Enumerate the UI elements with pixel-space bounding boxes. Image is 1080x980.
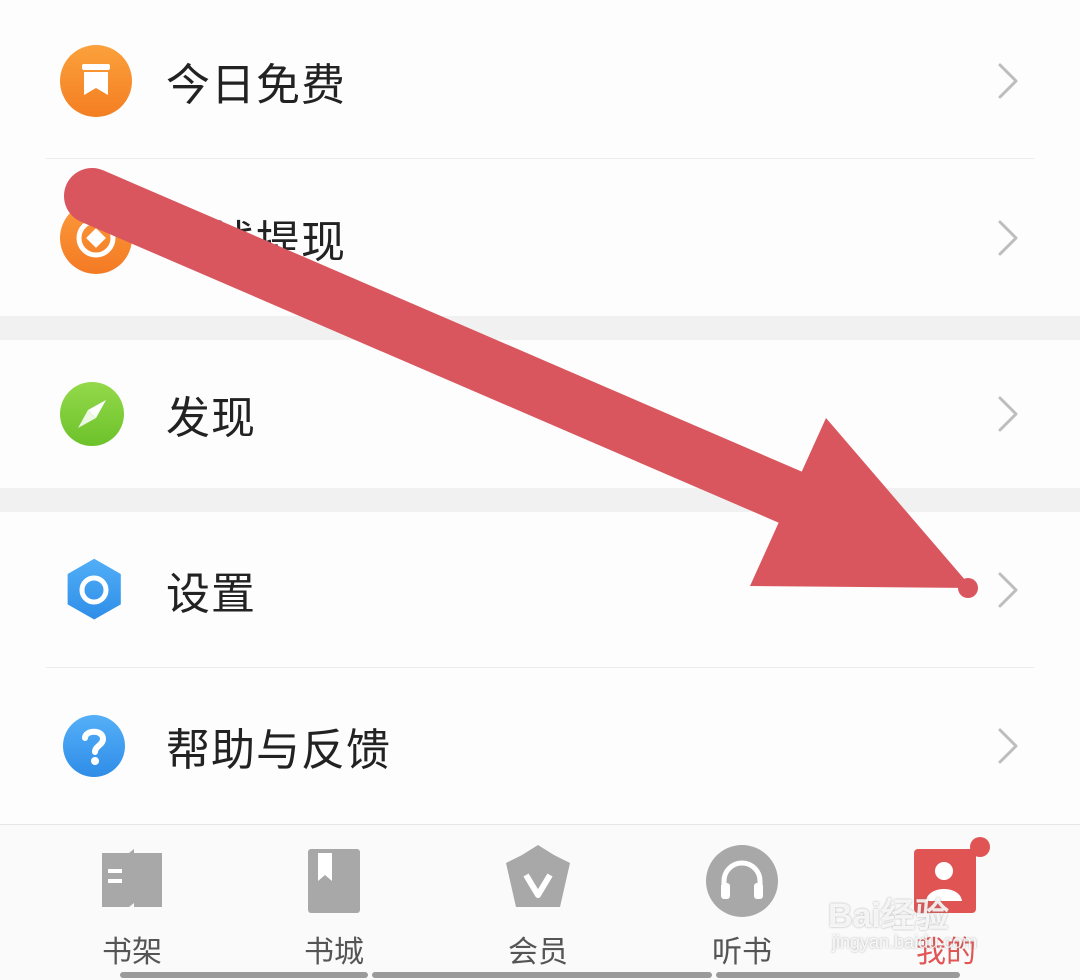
book-open-icon [96,845,168,917]
menu-item-label: 设置 [166,569,256,620]
menu-item-label: 帮助与反馈 [166,725,391,776]
book-bookmark-icon [298,845,370,917]
section-gap [0,488,1080,512]
menu-item-label: 发现 [166,393,256,444]
coin-icon [60,202,132,274]
tab-label: 我的 [916,935,976,970]
crown-icon [502,845,574,917]
headphones-icon [706,845,778,917]
chevron-right-icon [996,61,1020,101]
tab-label: 书架 [102,935,162,970]
chevron-right-icon [996,570,1020,610]
menu-item-settings[interactable]: 设置 [0,512,1080,668]
tab-mine[interactable]: 我的 [838,825,1054,980]
menu-item-discover[interactable]: 发现 [0,340,1080,488]
chevron-right-icon [996,726,1020,766]
bottom-tab-bar: 书架 书城 会员 听书 我的 [0,824,1080,980]
bookmark-icon [60,45,132,117]
home-indicator [372,972,712,978]
tab-label: 会员 [508,935,568,970]
menu-item-today-free[interactable]: 今日免费 [0,3,1080,159]
menu-item-help[interactable]: 帮助与反馈 [0,668,1080,824]
tab-bookshelf[interactable]: 书架 [24,825,240,980]
menu-item-label: 零钱提现 [166,217,346,268]
tab-audiobook[interactable]: 听书 [634,825,850,980]
home-indicator [120,972,368,978]
section-gap [0,316,1080,340]
question-icon [60,710,132,782]
notification-dot [970,837,990,857]
compass-icon [60,378,132,450]
home-indicator [716,972,960,978]
screen: 今日免费 零钱提现 发现 设置 帮助与反馈 书架 书城 会员 听书 我的 Bai… [0,0,1080,980]
profile-icon [910,845,982,917]
chevron-right-icon [996,394,1020,434]
tab-vip[interactable]: 会员 [430,825,646,980]
menu-item-label: 今日免费 [166,60,346,111]
menu-item-withdraw[interactable]: 零钱提现 [0,160,1080,316]
tab-label: 书城 [304,935,364,970]
chevron-right-icon [996,218,1020,258]
tab-label: 听书 [712,935,772,970]
settings-hexagon-icon [60,554,132,626]
tab-bookstore[interactable]: 书城 [226,825,442,980]
divider [46,158,1034,159]
